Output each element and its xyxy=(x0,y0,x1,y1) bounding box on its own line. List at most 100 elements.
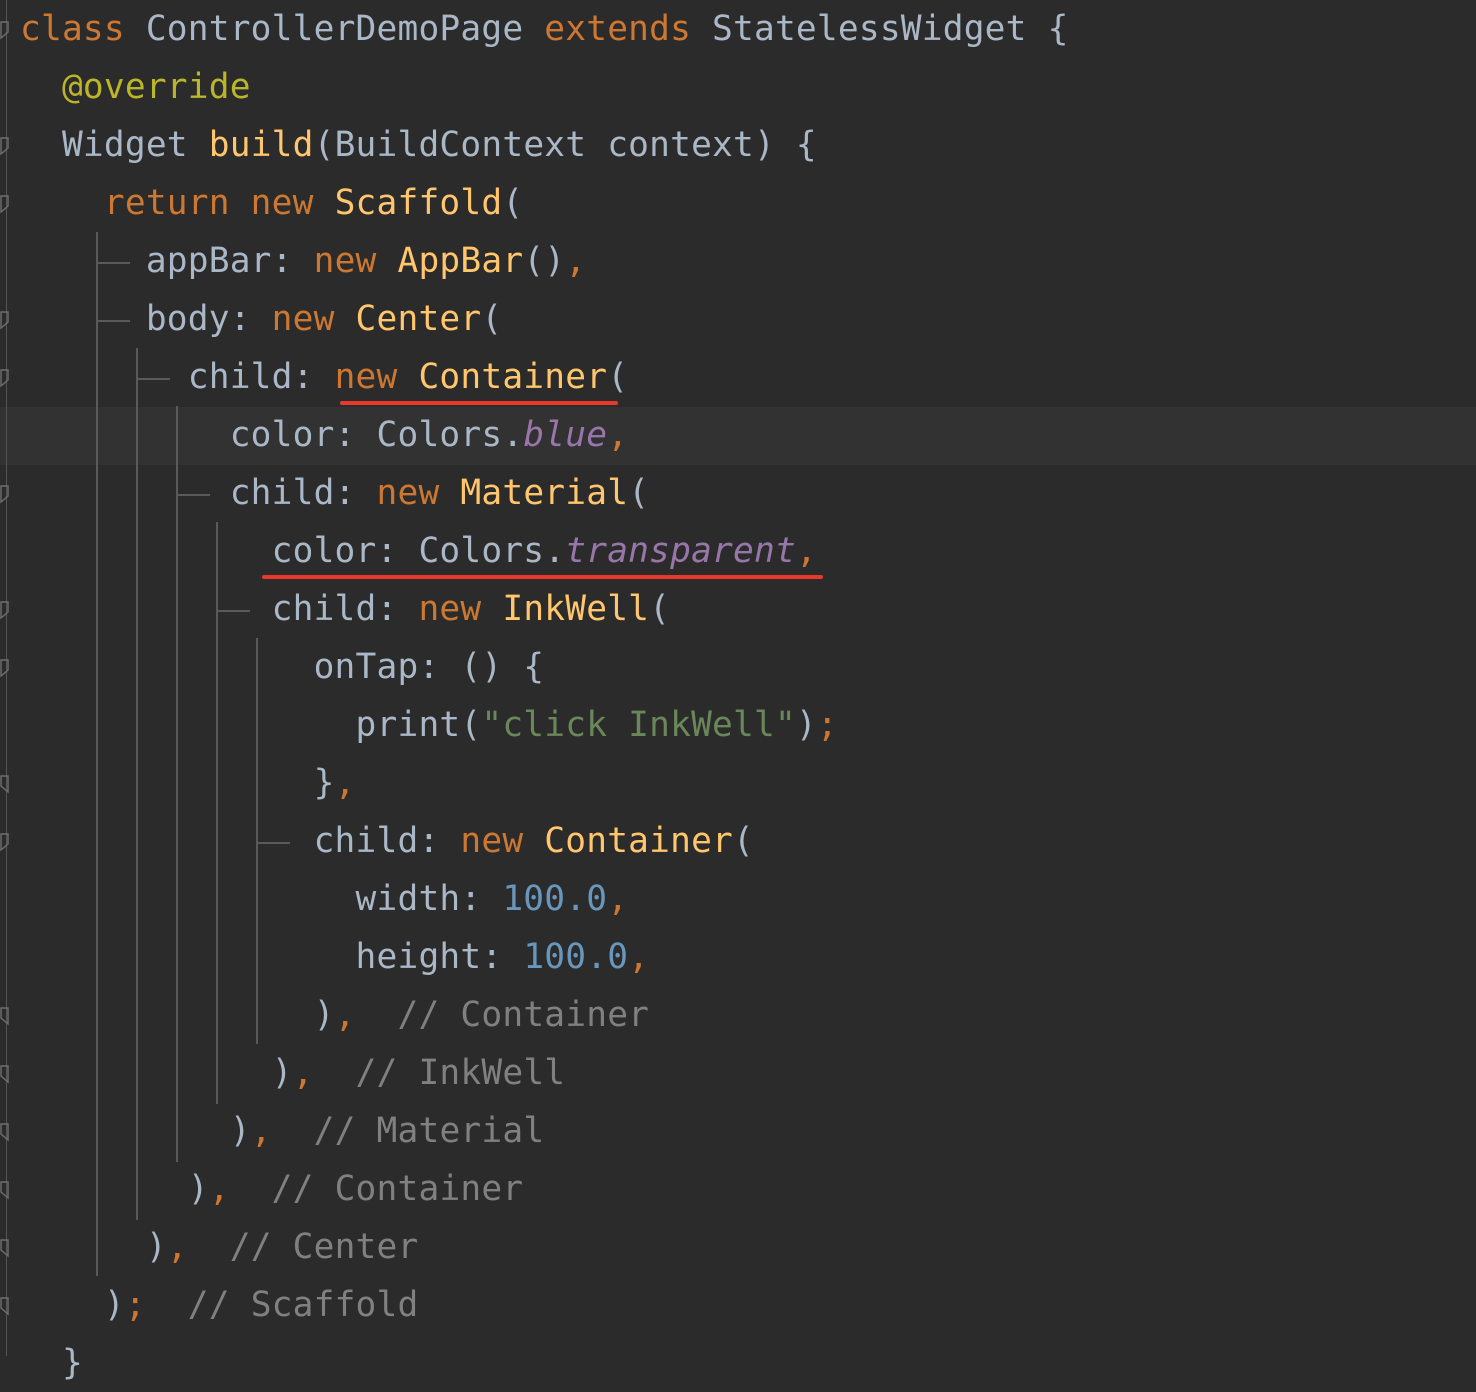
fold-marker-icon[interactable] xyxy=(0,658,11,678)
fold-marker-icon[interactable] xyxy=(0,310,11,330)
code-line[interactable]: @override xyxy=(20,58,251,116)
keyword-token: , xyxy=(607,415,629,455)
code-line[interactable]: return new Scaffold( xyxy=(20,174,523,232)
comment-token: // Center xyxy=(187,1227,419,1267)
function-token: Container xyxy=(544,821,734,861)
code-token: color: Colors. xyxy=(20,415,524,455)
fold-marker-icon[interactable] xyxy=(0,1180,11,1200)
code-line[interactable]: color: Colors.blue, xyxy=(20,406,628,464)
code-line[interactable]: body: new Center( xyxy=(20,290,502,348)
fold-marker-icon[interactable] xyxy=(0,1064,11,1084)
code-line[interactable]: onTap: () { xyxy=(20,638,545,696)
fold-marker-icon[interactable] xyxy=(0,1296,11,1316)
annotation-token: @override xyxy=(61,67,251,107)
keyword-token: new xyxy=(334,357,419,397)
code-token: color: Colors. xyxy=(20,531,566,571)
code-line[interactable]: print("click InkWell"); xyxy=(20,696,838,754)
code-token: appBar: xyxy=(20,241,314,281)
keyword-token: class xyxy=(20,9,125,49)
keyword-token: new xyxy=(418,589,503,629)
keyword-token: , xyxy=(250,1111,272,1151)
function-token: AppBar xyxy=(397,241,524,281)
code-line[interactable]: height: 100.0, xyxy=(20,928,649,986)
fold-marker-icon[interactable] xyxy=(0,194,11,214)
code-line[interactable]: }, xyxy=(20,754,356,812)
fold-marker-icon[interactable] xyxy=(0,1006,11,1026)
code-line[interactable]: ), // Center xyxy=(20,1218,418,1276)
code-token: height: xyxy=(20,937,524,977)
code-token: child: xyxy=(20,473,377,513)
fold-marker-icon[interactable] xyxy=(0,1122,11,1142)
code-line[interactable]: class ControllerDemoPage extends Statele… xyxy=(20,0,1069,58)
fold-marker-icon[interactable] xyxy=(0,368,11,388)
code-editor[interactable]: class ControllerDemoPage extends Statele… xyxy=(0,0,1476,1383)
code-line[interactable]: Widget build(BuildContext context) { xyxy=(20,116,817,174)
keyword-token: , xyxy=(795,531,817,571)
code-line[interactable]: ), // Material xyxy=(20,1102,544,1160)
fold-marker-icon[interactable] xyxy=(0,774,11,794)
code-token: child: xyxy=(20,589,419,629)
fold-marker-icon[interactable] xyxy=(0,832,11,852)
function-token: Scaffold xyxy=(334,183,503,223)
keyword-token: return new xyxy=(103,183,335,223)
function-token: Container xyxy=(418,357,608,397)
highlight-underline-container xyxy=(340,401,618,405)
keyword-token: , xyxy=(292,1053,314,1093)
code-token: ) xyxy=(20,995,335,1035)
fold-marker-icon[interactable] xyxy=(0,1238,11,1258)
code-line[interactable]: } xyxy=(20,1334,83,1392)
fold-marker-icon[interactable] xyxy=(0,600,11,620)
code-token: print( xyxy=(20,705,482,745)
code-token: ) xyxy=(20,1285,125,1325)
code-line[interactable]: ), // Container xyxy=(20,986,649,1044)
code-token: ( xyxy=(733,821,755,861)
function-token: InkWell xyxy=(502,589,650,629)
code-line[interactable]: color: Colors.transparent, xyxy=(20,522,817,580)
code-token: ) xyxy=(20,1111,251,1151)
code-line[interactable]: ), // Container xyxy=(20,1160,523,1218)
code-token: ) xyxy=(20,1227,167,1267)
code-line[interactable]: ), // InkWell xyxy=(20,1044,565,1102)
keyword-token: ; xyxy=(124,1285,146,1325)
code-line[interactable]: child: new Container( xyxy=(20,812,754,870)
number-token: 100.0 xyxy=(523,937,629,977)
keyword-token: extends xyxy=(544,9,692,49)
fold-marker-icon[interactable] xyxy=(0,484,11,504)
code-line[interactable]: ); // Scaffold xyxy=(20,1276,418,1334)
code-token: ) xyxy=(20,1169,209,1209)
code-token: ( xyxy=(628,473,650,513)
code-token: } xyxy=(20,763,335,803)
code-token: ( xyxy=(481,299,503,339)
keyword-token: , xyxy=(334,995,356,1035)
number-token: 100.0 xyxy=(502,879,608,919)
code-token: width: xyxy=(20,879,503,919)
field-token: blue xyxy=(523,415,608,455)
code-token: () xyxy=(523,241,566,281)
keyword-token: , xyxy=(628,937,650,977)
keyword-token: , xyxy=(166,1227,188,1267)
code-line[interactable]: child: new InkWell( xyxy=(20,580,670,638)
keyword-token: new xyxy=(271,299,356,339)
function-token: build xyxy=(208,125,314,165)
code-token: StatelessWidget { xyxy=(691,9,1069,49)
code-token: ControllerDemoPage xyxy=(124,9,545,49)
highlight-underline-transparent xyxy=(262,575,823,579)
keyword-token: , xyxy=(565,241,587,281)
keyword-token: , xyxy=(208,1169,230,1209)
code-token: (BuildContext context) { xyxy=(313,125,817,165)
code-line[interactable]: child: new Container( xyxy=(20,348,628,406)
comment-token: // Scaffold xyxy=(145,1285,419,1325)
code-token: ( xyxy=(649,589,671,629)
string-token: "click InkWell" xyxy=(481,705,796,745)
code-token: child: xyxy=(20,821,461,861)
code-line[interactable]: child: new Material( xyxy=(20,464,649,522)
code-token: child: xyxy=(20,357,335,397)
fold-marker-icon[interactable] xyxy=(0,136,11,156)
code-line[interactable]: width: 100.0, xyxy=(20,870,628,928)
code-token: onTap: () { xyxy=(20,647,545,687)
code-line[interactable]: appBar: new AppBar(), xyxy=(20,232,586,290)
comment-token: // Container xyxy=(229,1169,524,1209)
fold-marker-icon[interactable] xyxy=(0,20,11,40)
